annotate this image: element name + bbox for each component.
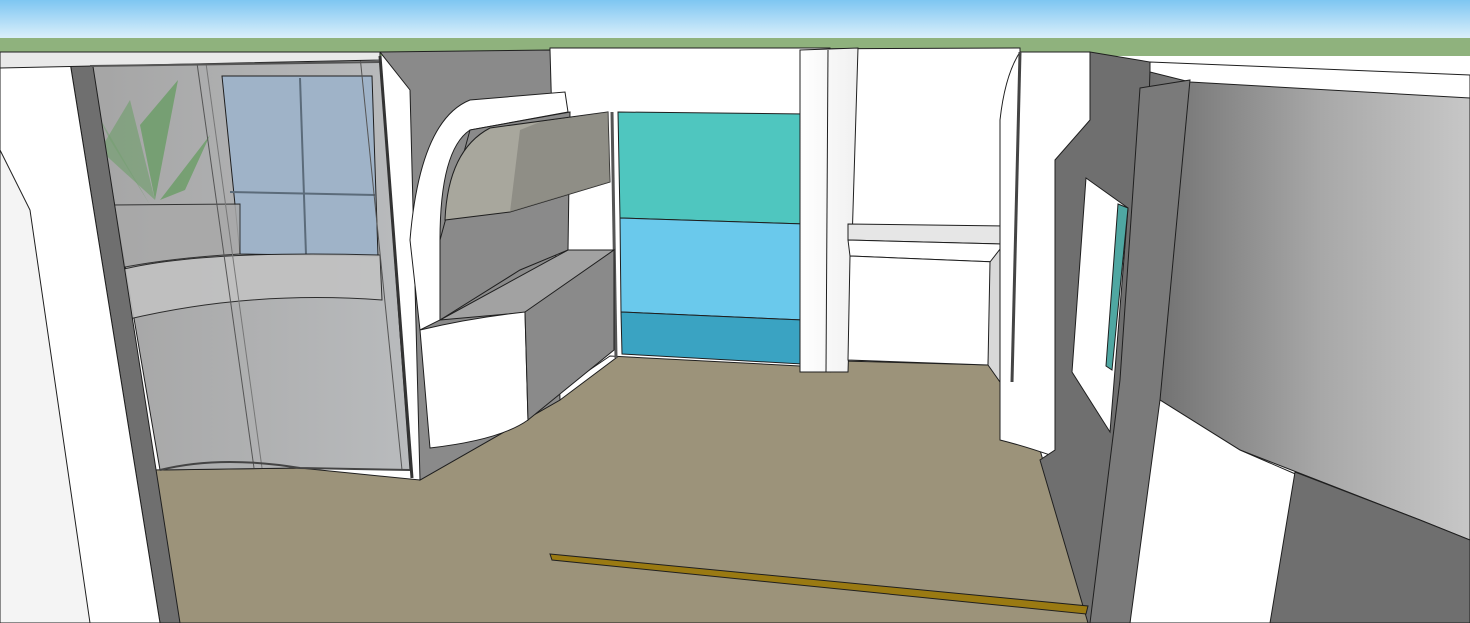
curved-reception-desk-front (419, 311, 529, 449)
counter-body (847, 255, 997, 366)
aqua-door-middle (619, 217, 806, 321)
aqua-door-top (617, 111, 807, 225)
3d-room-model-view (0, 0, 1470, 623)
sky (0, 0, 1470, 40)
